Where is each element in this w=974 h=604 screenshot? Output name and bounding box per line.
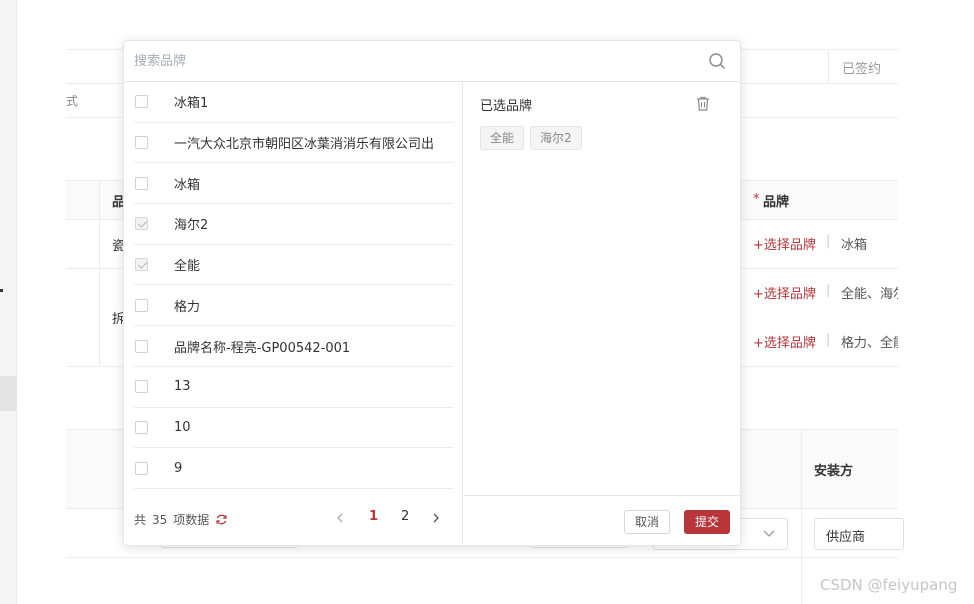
list-item[interactable]: 13 [134, 367, 453, 408]
brand-label: 品牌名称-程亮-GP00542-001 [174, 340, 351, 356]
column-divider [801, 429, 802, 604]
brand-picker-modal: 冰箱1 一汽大众北京市朝阳区冰葉消消乐有限公司出 冰箱 海尔2 全能 格力 品牌… [123, 40, 741, 546]
chevron-down-icon [763, 530, 775, 537]
brand-label: 全能 [174, 259, 201, 275]
list-item[interactable]: 10 [134, 408, 453, 449]
brand-column-header: 品牌 [763, 195, 790, 210]
list-item[interactable]: 格力 [134, 286, 453, 327]
checkbox[interactable] [135, 136, 148, 150]
divider [66, 557, 898, 558]
search-bar [124, 41, 740, 82]
brand-label: 冰箱 [174, 177, 201, 193]
checkbox-checked[interactable] [135, 217, 148, 231]
checkbox[interactable] [135, 95, 148, 109]
checkbox[interactable] [135, 380, 148, 394]
checkbox[interactable] [135, 461, 148, 475]
selected-tag[interactable]: 海尔2 [530, 126, 582, 150]
sidebar-selected-item[interactable] [0, 376, 17, 411]
brand-search-input[interactable] [134, 50, 694, 72]
list-item[interactable]: 冰箱1 [134, 82, 453, 123]
submit-button[interactable]: 提交 [684, 510, 731, 534]
brand-values: 全能、海尔 [841, 287, 898, 302]
list-item[interactable]: 一汽大众北京市朝阳区冰葉消消乐有限公司出 [134, 123, 453, 164]
sidebar-marker [0, 289, 3, 292]
checkbox[interactable] [135, 298, 148, 312]
brand-row-1: +选择品牌 | 冰箱 [753, 234, 868, 253]
select-brand-link[interactable]: +选择品牌 [753, 234, 816, 253]
total-suffix: 项数据 [173, 513, 210, 527]
status-signed: 已签约 [842, 62, 882, 77]
checkbox[interactable] [135, 176, 148, 190]
chevron-left-icon[interactable] [333, 511, 347, 525]
brand-label: 冰箱1 [174, 96, 209, 112]
list-item[interactable]: 海尔2 [134, 204, 453, 245]
installer-select[interactable]: 供应商 [814, 518, 904, 550]
brand-row-3: +选择品牌 | 格力、全能 [753, 332, 898, 352]
total-number: 35 [152, 512, 168, 527]
selected-title: 已选品牌 [480, 99, 533, 114]
brand-label: 格力 [174, 299, 201, 315]
page-1[interactable]: 1 [369, 509, 378, 524]
list-item[interactable]: 冰箱 [134, 163, 453, 205]
brand-row-2: +选择品牌 | 全能、海尔 [753, 283, 898, 303]
chevron-right-icon[interactable] [429, 511, 443, 525]
partial-label: 式 [66, 94, 79, 108]
trash-icon[interactable] [696, 96, 710, 111]
watermark: CSDN @feiyupang [820, 576, 958, 594]
page-2[interactable]: 2 [401, 509, 409, 524]
list-item[interactable]: 全能 [134, 245, 453, 286]
checkbox[interactable] [135, 339, 148, 353]
brand-label: 10 [174, 419, 191, 435]
selected-tag[interactable]: 全能 [480, 126, 525, 150]
checkbox[interactable] [135, 420, 148, 434]
checkbox-checked[interactable] [135, 258, 148, 272]
required-mark: * [753, 192, 760, 207]
installer-column-header: 安装方 [814, 464, 854, 479]
select-brand-link[interactable]: +选择品牌 [753, 332, 816, 351]
column-divider [99, 180, 100, 366]
search-icon[interactable] [708, 52, 726, 70]
pagination: 共 35 项数据 1 2 [124, 495, 463, 545]
left-sidebar [0, 0, 17, 604]
status-cell: 已签约 [828, 49, 898, 83]
brand-label: 海尔2 [174, 218, 209, 234]
list-item[interactable]: 品牌名称-程亮-GP00542-001 [134, 326, 453, 367]
brand-label: 9 [174, 460, 183, 476]
total-count: 共 35 项数据 [134, 511, 228, 528]
refresh-icon[interactable] [215, 513, 228, 526]
selected-brands-panel: 已选品牌 全能 海尔2 [464, 82, 740, 495]
brand-values: 格力、全能 [841, 336, 898, 351]
brand-label: 13 [174, 379, 191, 395]
brand-values: 冰箱 [841, 238, 868, 253]
brand-list: 冰箱1 一汽大众北京市朝阳区冰葉消消乐有限公司出 冰箱 海尔2 全能 格力 品牌… [124, 82, 463, 545]
select-brand-link[interactable]: +选择品牌 [753, 283, 816, 302]
list-item[interactable]: 9 [134, 448, 453, 489]
total-prefix: 共 [134, 513, 147, 527]
installer-value: 供应商 [826, 530, 866, 545]
brand-label: 一汽大众北京市朝阳区冰葉消消乐有限公司出 [174, 137, 435, 153]
modal-footer: 取消 提交 [464, 495, 740, 545]
cancel-button[interactable]: 取消 [624, 510, 671, 534]
